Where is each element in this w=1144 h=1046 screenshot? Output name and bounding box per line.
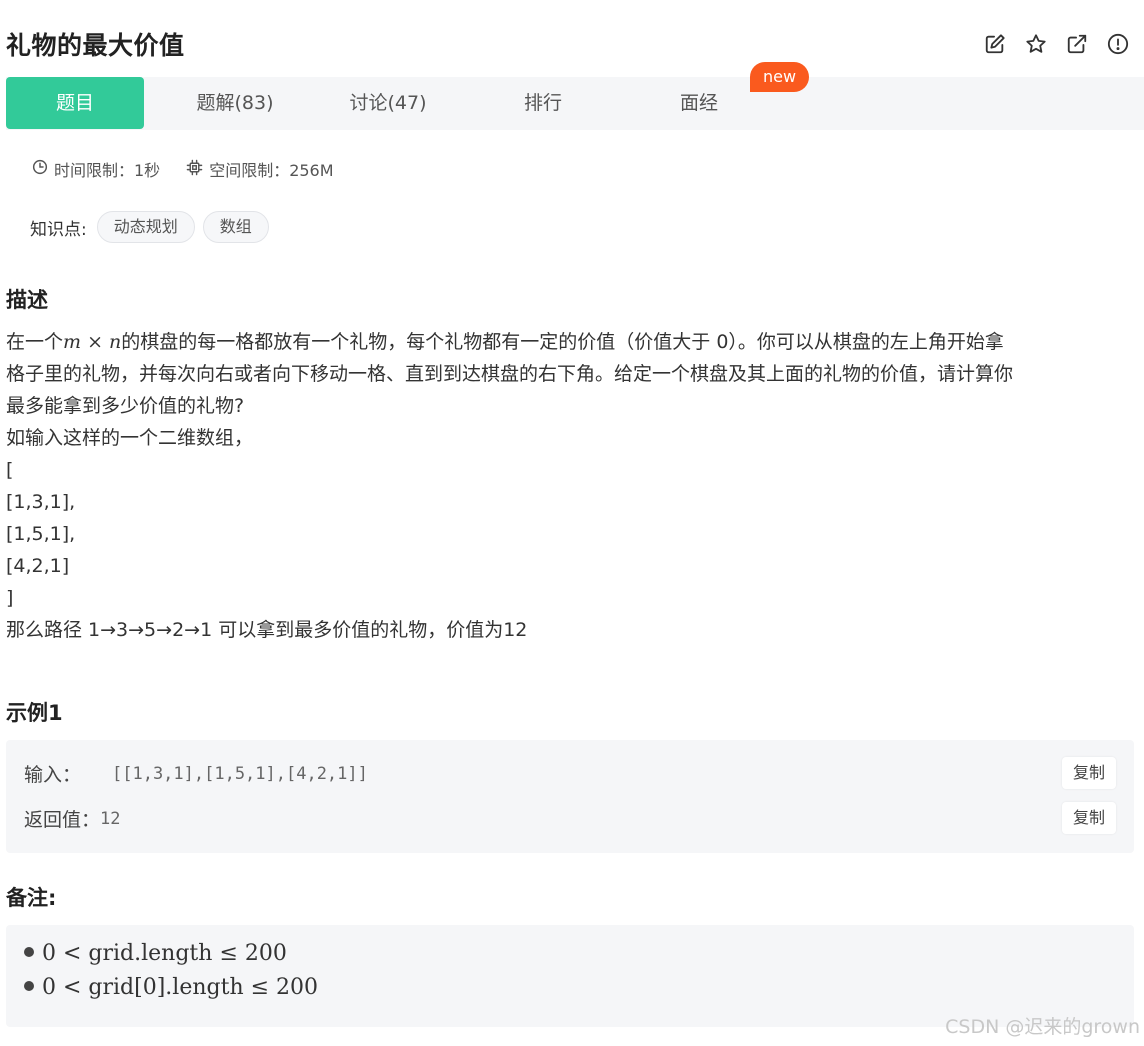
page-title: 礼物的最大价值	[6, 31, 185, 60]
description-line: 如输入这样的一个二维数组，	[6, 427, 254, 449]
bullet-icon	[24, 981, 34, 991]
example-output-row: 返回值： 12	[24, 805, 121, 832]
copy-input-button[interactable]: 复制	[1062, 757, 1116, 789]
description-line: 在一个m × n的棋盘的每一格都放有一个礼物，每个礼物都有一定的价值（价值大于 …	[6, 331, 1004, 353]
description-line: [	[6, 459, 14, 481]
notes-title: 备注:	[6, 886, 57, 910]
tag-dynamic-programming[interactable]: 动态规划	[96, 211, 195, 243]
math-expression: m × n	[63, 331, 122, 353]
description-line: 那么路径 1→3→5→2→1 可以拿到最多价值的礼物，价值为12	[6, 619, 528, 641]
external-link-icon[interactable]	[1065, 32, 1089, 56]
space-limit: 空间限制：256M	[186, 157, 334, 181]
tab-bar: 题目 题解(83) 讨论(47) 排行 面经	[6, 77, 1144, 130]
knowledge-points: 知识点: 动态规划 数组	[30, 211, 277, 243]
input-value[interactable]: [[1,3,1],[1,5,1],[4,2,1]]	[112, 764, 368, 784]
edit-icon[interactable]	[983, 32, 1007, 56]
copy-output-button[interactable]: 复制	[1062, 802, 1116, 834]
toolbar	[983, 32, 1130, 56]
limits-row: 时间限制：1秒 空间限制：256M	[32, 157, 360, 181]
note-item: 0 < grid[0].length ≤ 200	[24, 975, 318, 1000]
clock-icon	[32, 159, 48, 179]
time-limit: 时间限制：1秒	[32, 157, 160, 181]
knowledge-label: 知识点:	[30, 219, 87, 240]
tag-array[interactable]: 数组	[202, 211, 269, 243]
tab-interview[interactable]: 面经	[630, 77, 768, 129]
star-icon[interactable]	[1024, 32, 1048, 56]
description-line: 最多能拿到多少价值的礼物?	[6, 395, 245, 417]
note-item: 0 < grid.length ≤ 200	[24, 941, 287, 966]
example-panel: 输入： [[1,3,1],[1,5,1],[4,2,1]] 复制 返回值： 12…	[6, 740, 1134, 853]
chip-icon	[186, 159, 203, 180]
description-line: ]	[6, 587, 14, 609]
tab-solutions[interactable]: 题解(83)	[166, 77, 304, 129]
output-label: 返回值：	[24, 809, 101, 831]
description-line: [1,3,1],	[6, 491, 76, 513]
watermark: CSDN @迟来的grown	[945, 1016, 1140, 1038]
description-title: 描述	[6, 288, 48, 312]
tab-ranking[interactable]: 排行	[474, 77, 612, 129]
description-line: [1,5,1],	[6, 523, 76, 545]
new-badge: new	[750, 62, 809, 92]
tab-problem[interactable]: 题目	[6, 77, 144, 129]
description-line: 格子里的礼物，并每次向右或者向下移动一格、直到到达棋盘的右下角。给定一个棋盘及其…	[6, 363, 1014, 385]
header: 礼物的最大价值	[0, 0, 1144, 76]
input-label: 输入：	[24, 764, 82, 786]
example-input-row: 输入： [[1,3,1],[1,5,1],[4,2,1]]	[24, 760, 368, 787]
description-line: [4,2,1]	[6, 555, 70, 577]
tab-discussion[interactable]: 讨论(47)	[319, 77, 457, 129]
bullet-icon	[24, 947, 34, 957]
example-title: 示例1	[6, 701, 63, 725]
output-value[interactable]: 12	[100, 809, 120, 829]
info-icon[interactable]	[1106, 32, 1130, 56]
description-body: 在一个m × n的棋盘的每一格都放有一个礼物，每个礼物都有一定的价值（价值大于 …	[6, 326, 1134, 646]
